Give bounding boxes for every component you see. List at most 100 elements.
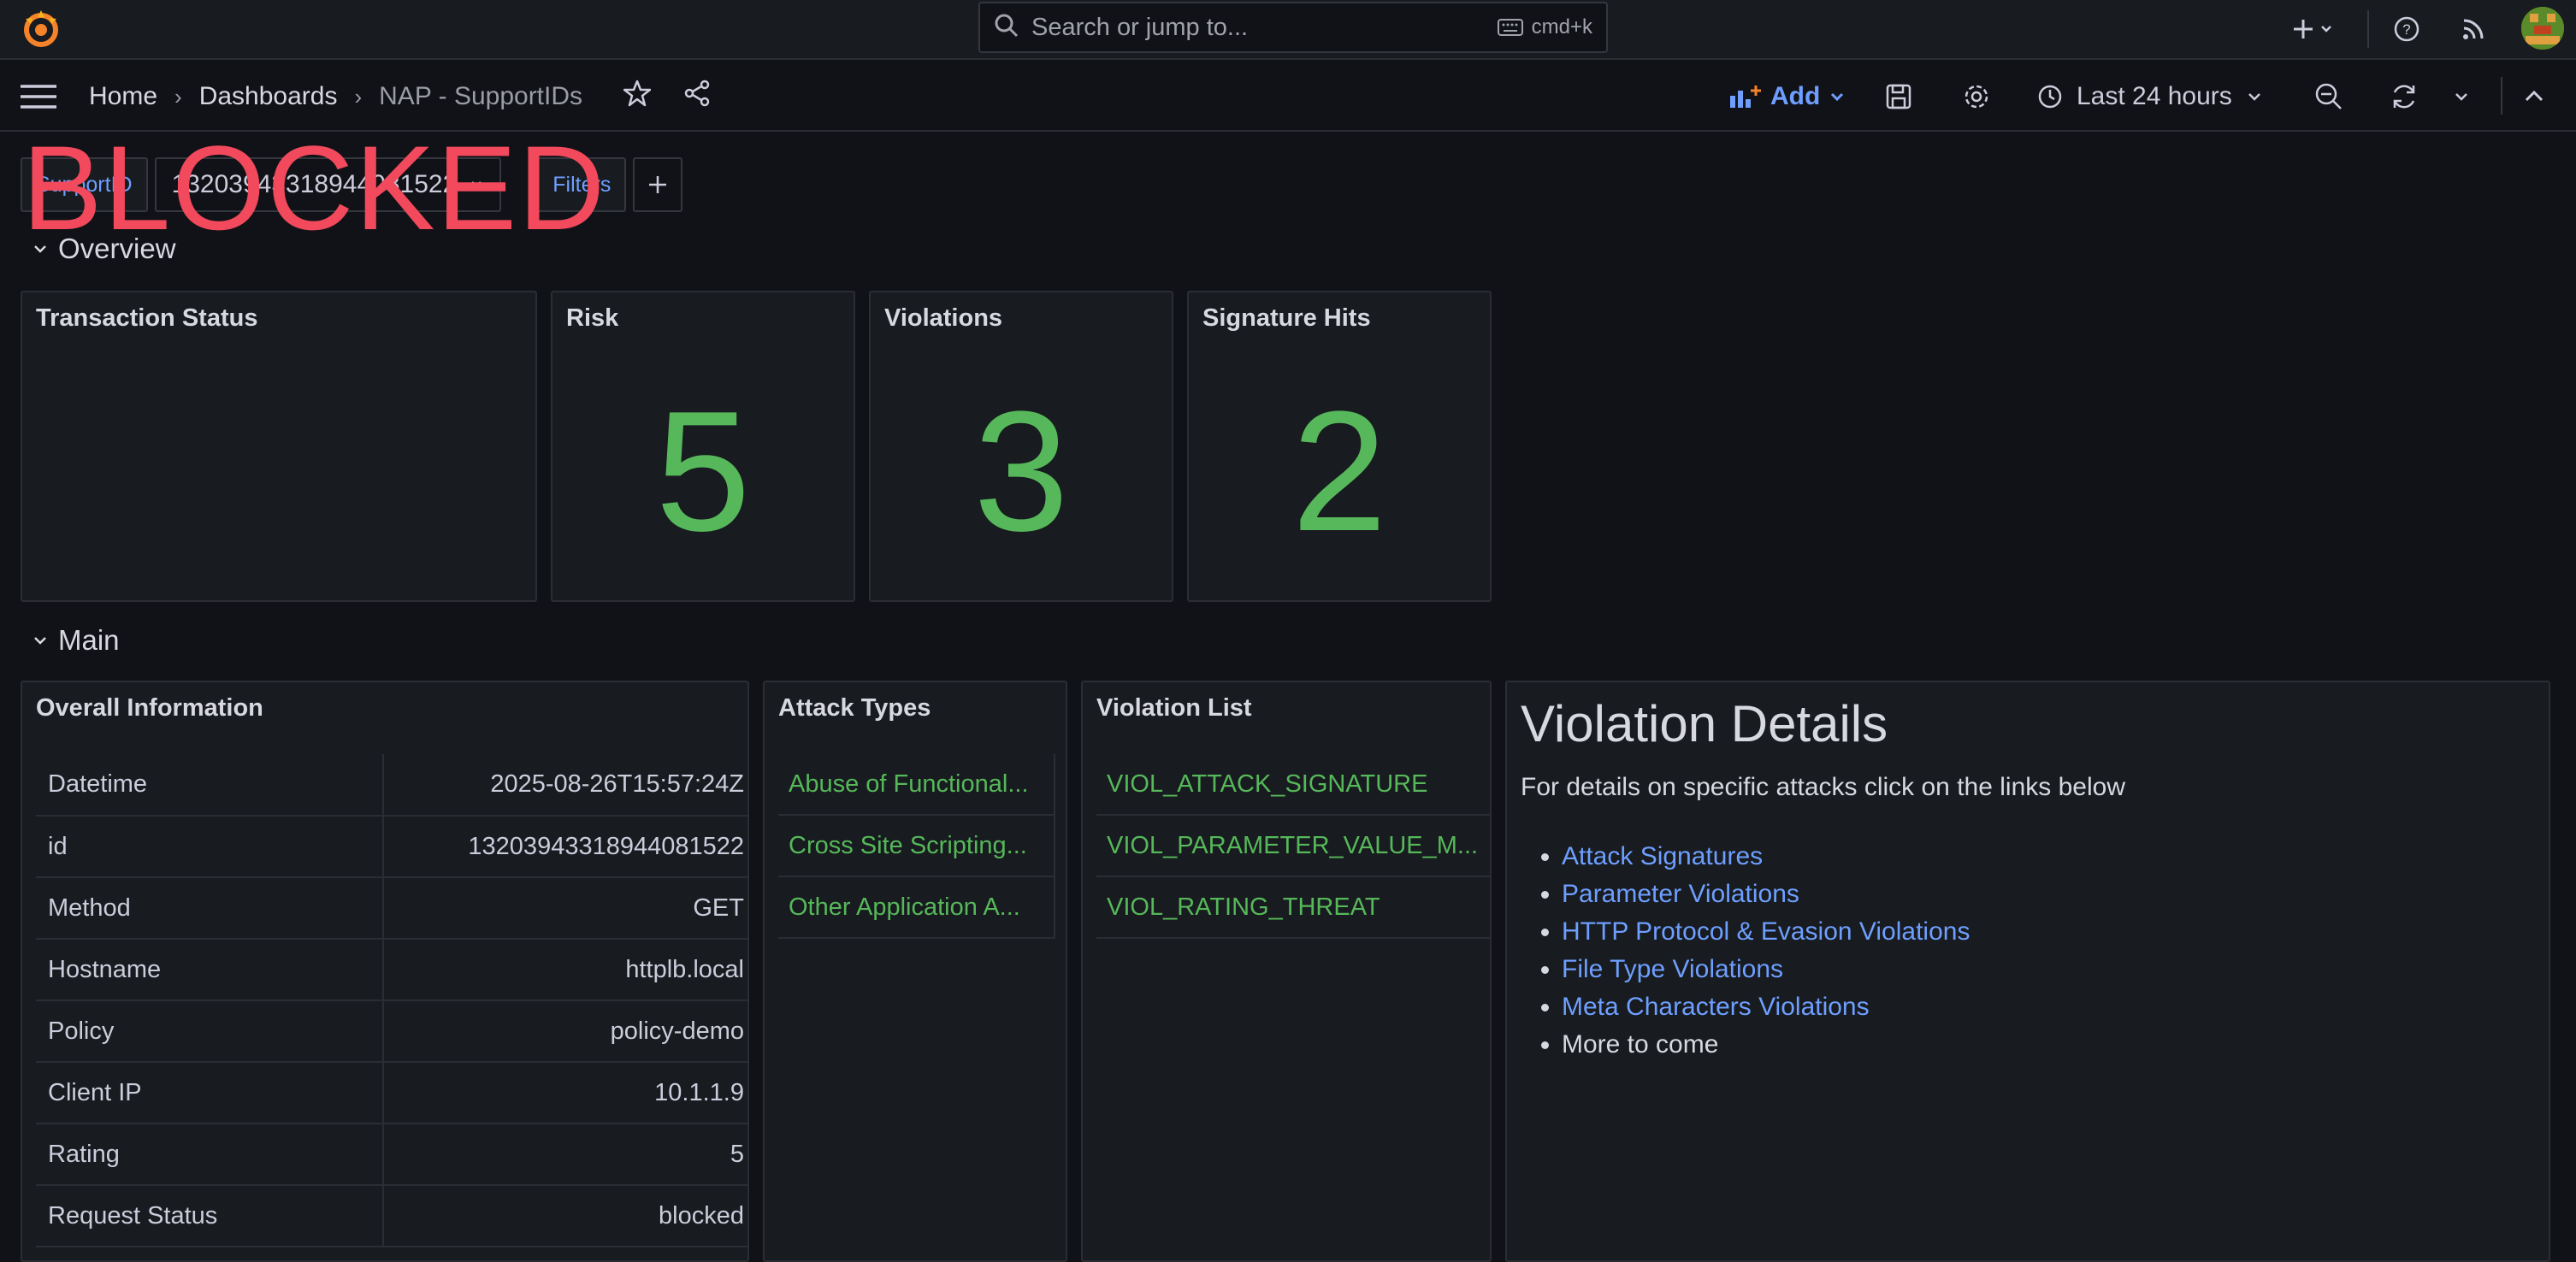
top-bar: Search or jump to... cmd+k ?: [0, 0, 2576, 60]
zoom-out-icon: [2315, 83, 2342, 109]
shortcut-label: cmd+k: [1531, 15, 1592, 38]
help-icon: ?: [2394, 16, 2419, 42]
violation-details-list-item: Attack Signatures: [1562, 838, 1970, 876]
info-value: blocked: [383, 1185, 747, 1247]
plus-icon: [649, 176, 667, 193]
table-row: Method GET: [36, 877, 747, 940]
violation-item[interactable]: VIOL_PARAMETER_VALUE_M...: [1096, 816, 1490, 877]
info-key: id: [36, 816, 384, 878]
violation-details-link[interactable]: Meta Characters Violations: [1562, 993, 1870, 1021]
info-value: GET: [383, 877, 747, 940]
table-row: Client IP 10.1.1.9: [36, 1062, 747, 1124]
refresh-icon: [2393, 85, 2415, 109]
chevron-down-icon: [1831, 92, 1844, 102]
panel-risk: Risk 5: [551, 291, 855, 602]
save-icon: [1886, 84, 1911, 109]
attack-type-item[interactable]: Abuse of Functional...: [778, 754, 1055, 816]
transaction-status-value: BLOCKED: [22, 121, 607, 255]
breadcrumb-dashboards[interactable]: Dashboards: [199, 82, 338, 111]
panel-overall-information: Overall Information Datetime 2025-08-26T1…: [21, 681, 749, 1262]
panel-title: Attack Types: [778, 694, 931, 722]
info-key: Datetime: [36, 754, 384, 817]
search-input[interactable]: Search or jump to... cmd+k: [978, 2, 1608, 53]
divider: [2501, 77, 2502, 115]
violation-details-list-item: Parameter Violations: [1562, 876, 1970, 913]
row-main-toggle[interactable]: Main: [32, 624, 120, 657]
time-range-label: Last 24 hours: [2077, 82, 2232, 110]
new-menu-button[interactable]: [2289, 10, 2340, 48]
user-avatar[interactable]: [2521, 7, 2564, 50]
chevron-down-icon: [2248, 93, 2260, 101]
info-key: Rating: [36, 1123, 384, 1186]
save-dashboard-button[interactable]: [1885, 62, 1912, 132]
violation-details-link[interactable]: Parameter Violations: [1562, 880, 1799, 908]
violation-details-intro: For details on specific attacks click on…: [1521, 773, 2125, 801]
table-row: Hostname httplb.local: [36, 939, 747, 1001]
info-key: Policy: [36, 1000, 384, 1063]
share-icon: [684, 80, 710, 107]
chevron-right-icon: ›: [354, 83, 363, 109]
signature-hits-value: 2: [1291, 376, 1387, 567]
info-value: 5: [383, 1123, 747, 1186]
svg-text:?: ?: [2402, 21, 2410, 38]
chevron-right-icon: ›: [174, 83, 182, 109]
dashboard-settings-button[interactable]: [1962, 62, 1991, 132]
violation-details-link[interactable]: HTTP Protocol & Evasion Violations: [1562, 917, 1970, 946]
info-value: policy-demo: [383, 1000, 747, 1063]
panel-violation-details: Violation Details For details on specifi…: [1505, 681, 2550, 1262]
panel-title: Transaction Status: [36, 304, 258, 332]
attack-types-list: Abuse of Functional... Cross Site Scripti…: [778, 754, 1055, 939]
violation-item[interactable]: VIOL_ATTACK_SIGNATURE: [1096, 754, 1490, 816]
add-panel-icon: [1730, 86, 1761, 108]
row-main-title: Main: [58, 624, 120, 656]
table-row: Datetime 2025-08-26T15:57:24Z: [36, 754, 747, 817]
gear-icon: [1964, 85, 1988, 109]
table-row: Request Status blocked: [36, 1185, 747, 1247]
violation-details-list-item: HTTP Protocol & Evasion Violations: [1562, 913, 1970, 951]
info-key: Hostname: [36, 939, 384, 1001]
attack-type-item[interactable]: Cross Site Scripting...: [778, 816, 1055, 877]
rss-icon: [2463, 19, 2484, 39]
chevron-up-icon: [2525, 90, 2544, 102]
search-shortcut: cmd+k: [1497, 15, 1592, 39]
overall-info-table: Datetime 2025-08-26T15:57:24Z id 1320394331…: [36, 754, 747, 1247]
add-filter-button[interactable]: [633, 157, 683, 212]
panel-title: Violation List: [1096, 694, 1252, 722]
violation-details-list-item: Meta Characters Violations: [1562, 988, 1970, 1026]
info-key: Client IP: [36, 1062, 384, 1124]
violation-details-link[interactable]: Attack Signatures: [1562, 842, 1763, 870]
violation-details-link[interactable]: File Type Violations: [1562, 955, 1783, 983]
table-row: Policy policy-demo: [36, 1000, 747, 1063]
help-button[interactable]: ?: [2388, 10, 2425, 48]
plus-icon: [2294, 20, 2331, 38]
share-button[interactable]: [683, 80, 711, 114]
menu-toggle-button[interactable]: [21, 82, 56, 115]
panel-title: Risk: [566, 304, 619, 332]
panel-violations: Violations 3: [869, 291, 1173, 602]
add-button[interactable]: Add: [1729, 62, 1846, 132]
collapse-nav-button[interactable]: [2523, 62, 2545, 132]
grafana-logo-icon[interactable]: [19, 7, 63, 51]
search-icon: [994, 13, 1019, 43]
info-key: Request Status: [36, 1185, 384, 1247]
zoom-out-button[interactable]: [2314, 62, 2343, 132]
search-placeholder: Search or jump to...: [1031, 13, 1249, 41]
panel-attack-types: Attack Types Abuse of Functional... Cross…: [763, 681, 1067, 1262]
news-button[interactable]: [2455, 10, 2492, 48]
refresh-button[interactable]: [2390, 62, 2419, 132]
attack-type-item[interactable]: Other Application A...: [778, 877, 1055, 939]
violation-list: VIOL_ATTACK_SIGNATURE VIOL_PARAMETER_VALU…: [1096, 754, 1490, 939]
add-label: Add: [1770, 82, 1821, 110]
table-row: id 13203943318944081522: [36, 816, 747, 878]
time-picker[interactable]: Last 24 hours: [2037, 62, 2263, 132]
hamburger-icon: [21, 85, 56, 109]
panel-signature-hits: Signature Hits 2: [1187, 291, 1492, 602]
refresh-interval-dropdown[interactable]: [2453, 62, 2470, 132]
keyboard-icon: [1497, 19, 1523, 36]
panel-title: Violations: [884, 304, 1003, 332]
breadcrumb-home[interactable]: Home: [89, 82, 157, 111]
violation-details-links: Attack Signatures Parameter Violations HTT…: [1562, 838, 1970, 1064]
favorite-button[interactable]: [623, 80, 652, 114]
violation-item[interactable]: VIOL_RATING_THREAT: [1096, 877, 1490, 939]
table-row: Rating 5: [36, 1123, 747, 1186]
